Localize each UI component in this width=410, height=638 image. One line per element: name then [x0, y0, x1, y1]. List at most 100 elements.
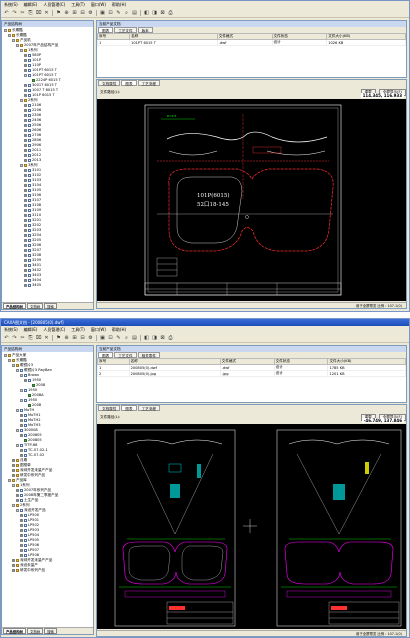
expand-toggle-icon[interactable]: +: [20, 419, 23, 422]
tab-doc-tree[interactable]: 文档树: [26, 628, 44, 634]
expand-toggle-icon[interactable]: +: [24, 264, 27, 267]
close-icon[interactable]: ✕: [43, 335, 50, 342]
undo-icon[interactable]: ↶: [3, 335, 10, 342]
expand-toggle-icon[interactable]: +: [24, 284, 27, 287]
expand-toggle-icon[interactable]: +: [20, 414, 23, 417]
split-right-icon[interactable]: ◨: [151, 335, 158, 342]
tab-search[interactable]: 搜索: [44, 303, 57, 309]
tree-node[interactable]: + 研发中系列产品: [4, 568, 93, 573]
redo-icon[interactable]: ↷: [11, 335, 18, 342]
cad-canvas[interactable]: [97, 424, 406, 629]
expand-toggle-icon[interactable]: +: [24, 274, 27, 277]
tab-drawing[interactable]: 图表: [121, 80, 137, 86]
expand-toggle-icon[interactable]: +: [24, 214, 27, 217]
product-tree[interactable]: - 产品大家 - 长期酷 - 眼镜片3- 眼镜片3 RayBan - Brown +1950 200…: [2, 352, 93, 573]
frame-icon[interactable]: ⊡: [107, 335, 114, 342]
expand-toggle-icon[interactable]: +: [12, 569, 15, 572]
expand-toggle-icon[interactable]: +: [24, 139, 27, 142]
expand-toggle-icon[interactable]: +: [16, 494, 19, 497]
expand-toggle-icon[interactable]: +: [20, 529, 23, 532]
expand-toggle-icon[interactable]: +: [24, 89, 27, 92]
expand-toggle-icon[interactable]: +: [24, 54, 27, 57]
menu-item-2[interactable]: 人员管理(C): [43, 327, 65, 333]
expand-toggle-icon[interactable]: +: [20, 549, 23, 552]
collapse-toggle-icon[interactable]: -: [8, 359, 11, 362]
expand-toggle-icon[interactable]: +: [20, 519, 23, 522]
tab-process-flow[interactable]: 工艺流程: [137, 405, 160, 411]
collapse-toggle-icon[interactable]: -: [4, 354, 7, 357]
collapse-toggle-icon[interactable]: -: [4, 29, 7, 32]
tab-doc-properties[interactable]: 文档属性: [98, 80, 121, 86]
expand-toggle-icon[interactable]: +: [16, 489, 19, 492]
tab-related-parts[interactable]: 相关零件: [137, 352, 160, 358]
grid-icon[interactable]: ▣: [99, 335, 106, 342]
tab-drawings[interactable]: 图表: [98, 27, 114, 33]
expand-toggle-icon[interactable]: +: [24, 144, 27, 147]
redo-icon[interactable]: ↷: [11, 10, 18, 17]
expand-toggle-icon[interactable]: +: [24, 94, 27, 97]
collapse-toggle-icon[interactable]: -: [12, 504, 15, 507]
expand-toggle-icon[interactable]: +: [24, 229, 27, 232]
collapse-toggle-icon[interactable]: -: [16, 444, 19, 447]
cancel-box-icon[interactable]: ⊠: [159, 10, 166, 17]
expand-toggle-icon[interactable]: +: [24, 194, 27, 197]
tab-product-tree[interactable]: 产品结构树: [3, 628, 26, 634]
tab-drawing[interactable]: 图表: [121, 405, 137, 411]
expand-toggle-icon[interactable]: +: [20, 424, 23, 427]
print-icon[interactable]: ⎙: [167, 335, 174, 342]
collapse-toggle-icon[interactable]: -: [12, 39, 15, 42]
add-icon[interactable]: ⊕: [63, 335, 70, 342]
expand-toggle-icon[interactable]: +: [24, 224, 27, 227]
expand-toggle-icon[interactable]: +: [12, 469, 15, 472]
expand-toggle-icon[interactable]: +: [24, 379, 27, 382]
settings-icon[interactable]: ⚙: [87, 335, 94, 342]
expand-toggle-icon[interactable]: +: [24, 184, 27, 187]
menu-item-4[interactable]: 窗口(W): [91, 2, 106, 8]
tab-process-files[interactable]: 工艺文件: [114, 352, 137, 358]
expand-toggle-icon[interactable]: +: [24, 69, 27, 72]
expand-toggle-icon[interactable]: +: [24, 154, 27, 157]
expand-toggle-icon[interactable]: +: [12, 559, 15, 562]
tab-search[interactable]: 搜索: [44, 628, 57, 634]
collapse-toggle-icon[interactable]: -: [16, 44, 19, 47]
tab-doc-properties[interactable]: 文档属性: [98, 405, 121, 411]
expand-toggle-icon[interactable]: +: [24, 179, 27, 182]
expand-toggle-icon[interactable]: +: [12, 474, 15, 477]
expand-icon[interactable]: ⊞: [71, 335, 78, 342]
expand-toggle-icon[interactable]: +: [24, 244, 27, 247]
collapse-toggle-icon[interactable]: -: [20, 49, 23, 52]
split-right-icon[interactable]: ◨: [151, 10, 158, 17]
flag-icon[interactable]: ⚑: [55, 10, 62, 17]
menu-item-1[interactable]: 编辑(E): [24, 327, 38, 333]
cut-icon[interactable]: ✂: [19, 10, 26, 17]
expand-icon[interactable]: ⊞: [71, 10, 78, 17]
cancel-box-icon[interactable]: ⊠: [159, 335, 166, 342]
expand-toggle-icon[interactable]: +: [24, 204, 27, 207]
cut-icon[interactable]: ✂: [19, 335, 26, 342]
add-icon[interactable]: ⊕: [63, 10, 70, 17]
collapse-toggle-icon[interactable]: -: [20, 389, 23, 392]
grid-icon[interactable]: ▣: [99, 10, 106, 17]
expand-toggle-icon[interactable]: +: [16, 499, 19, 502]
print-icon[interactable]: ⎙: [167, 10, 174, 17]
menu-item-2[interactable]: 人员管理(C): [43, 2, 65, 8]
expand-toggle-icon[interactable]: +: [20, 434, 23, 437]
expand-toggle-icon[interactable]: +: [24, 109, 27, 112]
expand-toggle-icon[interactable]: +: [24, 114, 27, 117]
expand-toggle-icon[interactable]: +: [24, 119, 27, 122]
collapse-toggle-icon[interactable]: -: [12, 364, 15, 367]
collapse-toggle-icon[interactable]: -: [20, 399, 23, 402]
expand-toggle-icon[interactable]: +: [20, 544, 23, 547]
search-icon[interactable]: ⌕: [123, 10, 130, 17]
expand-toggle-icon[interactable]: +: [20, 534, 23, 537]
expand-toggle-icon[interactable]: +: [24, 199, 27, 202]
cad-canvas[interactable]: R=2.5 101P(6015) 52口18-145: [97, 99, 406, 301]
menu-item-1[interactable]: 编辑(E): [24, 2, 38, 8]
expand-toggle-icon[interactable]: +: [20, 454, 23, 457]
expand-toggle-icon[interactable]: +: [24, 129, 27, 132]
menu-item-5[interactable]: 帮助(H): [112, 2, 126, 8]
table-row[interactable]: 1 101PT 6015 T .dwf 设计 1026 KB: [96, 39, 406, 46]
list-icon[interactable]: ▤: [131, 335, 138, 342]
collapse-toggle-icon[interactable]: -: [20, 164, 23, 167]
expand-toggle-icon[interactable]: +: [24, 219, 27, 222]
